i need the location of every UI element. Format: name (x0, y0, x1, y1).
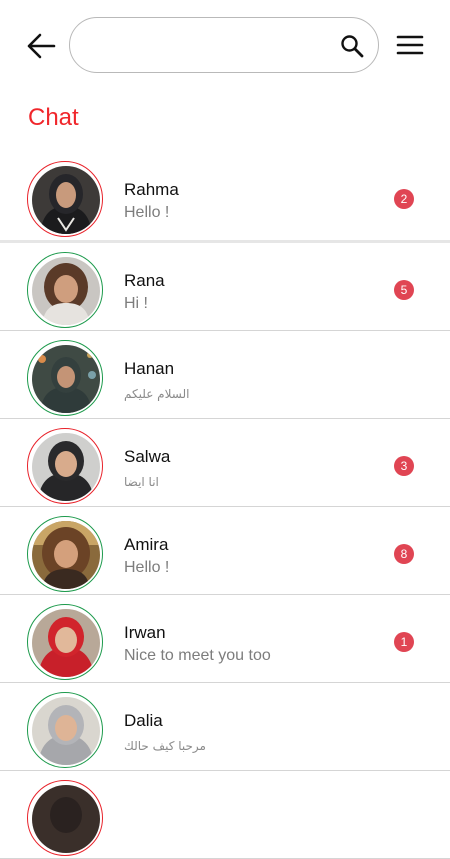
avatar (32, 609, 100, 677)
last-message: Nice to meet you too (124, 647, 271, 664)
unread-badge: 5 (394, 280, 414, 300)
top-bar (0, 0, 450, 92)
chat-row-salwa[interactable]: Salwa انا ايضا 3 (0, 419, 450, 507)
chat-row-rana[interactable]: Rana Hi ! 5 (0, 243, 450, 331)
search-bar (69, 17, 379, 73)
chat-list: Rahma Hello ! 2 Rana Hi ! 5 Hanan السلام… (0, 152, 450, 859)
chat-row-partial[interactable] (0, 771, 450, 859)
avatar (32, 697, 100, 765)
chat-row-dalia[interactable]: Dalia مرحبا كيف حالك (0, 683, 450, 771)
unread-badge: 2 (394, 189, 414, 209)
unread-badge: 8 (394, 544, 414, 564)
chat-row-amira[interactable]: Amira Hello ! 8 (0, 507, 450, 595)
last-message: Hi ! (124, 295, 148, 312)
contact-name: Rana (124, 271, 165, 290)
chat-row-rahma[interactable]: Rahma Hello ! 2 (0, 152, 450, 243)
last-message: مرحبا كيف حالك (124, 739, 206, 753)
avatar-ring (27, 604, 103, 680)
avatar (32, 521, 100, 589)
contact-name: Hanan (124, 359, 175, 378)
last-message: انا ايضا (124, 475, 159, 489)
last-message: Hello ! (124, 559, 170, 576)
chat-row-irwan[interactable]: Irwan Nice to meet you too 1 (0, 595, 450, 683)
chat-row-hanan[interactable]: Hanan السلام عليكم (0, 331, 450, 419)
avatar-ring (27, 161, 103, 237)
contact-name: Rahma (124, 180, 179, 199)
last-message: Hello ! (124, 204, 170, 221)
menu-button[interactable] (396, 33, 424, 57)
page-title: Chat (28, 104, 79, 131)
avatar-ring (27, 340, 103, 416)
avatar-ring (27, 692, 103, 768)
arrow-left-icon (27, 33, 56, 59)
avatar (32, 345, 100, 413)
contact-name: Salwa (124, 447, 171, 466)
hamburger-menu-icon (396, 35, 424, 55)
contact-name: Dalia (124, 711, 163, 730)
avatar-ring (27, 516, 103, 592)
unread-badge: 1 (394, 632, 414, 652)
back-button[interactable] (24, 30, 58, 62)
avatar-ring (27, 428, 103, 504)
search-input[interactable] (88, 30, 332, 62)
last-message: السلام عليكم (124, 387, 190, 401)
avatar (32, 257, 100, 325)
unread-badge: 3 (394, 456, 414, 476)
avatar-ring (27, 252, 103, 328)
avatar (32, 433, 100, 501)
search-icon[interactable] (340, 34, 364, 58)
contact-name: Amira (124, 535, 169, 554)
avatar (32, 785, 100, 853)
contact-name: Irwan (124, 623, 166, 642)
avatar (32, 166, 100, 234)
avatar-ring (27, 780, 103, 856)
